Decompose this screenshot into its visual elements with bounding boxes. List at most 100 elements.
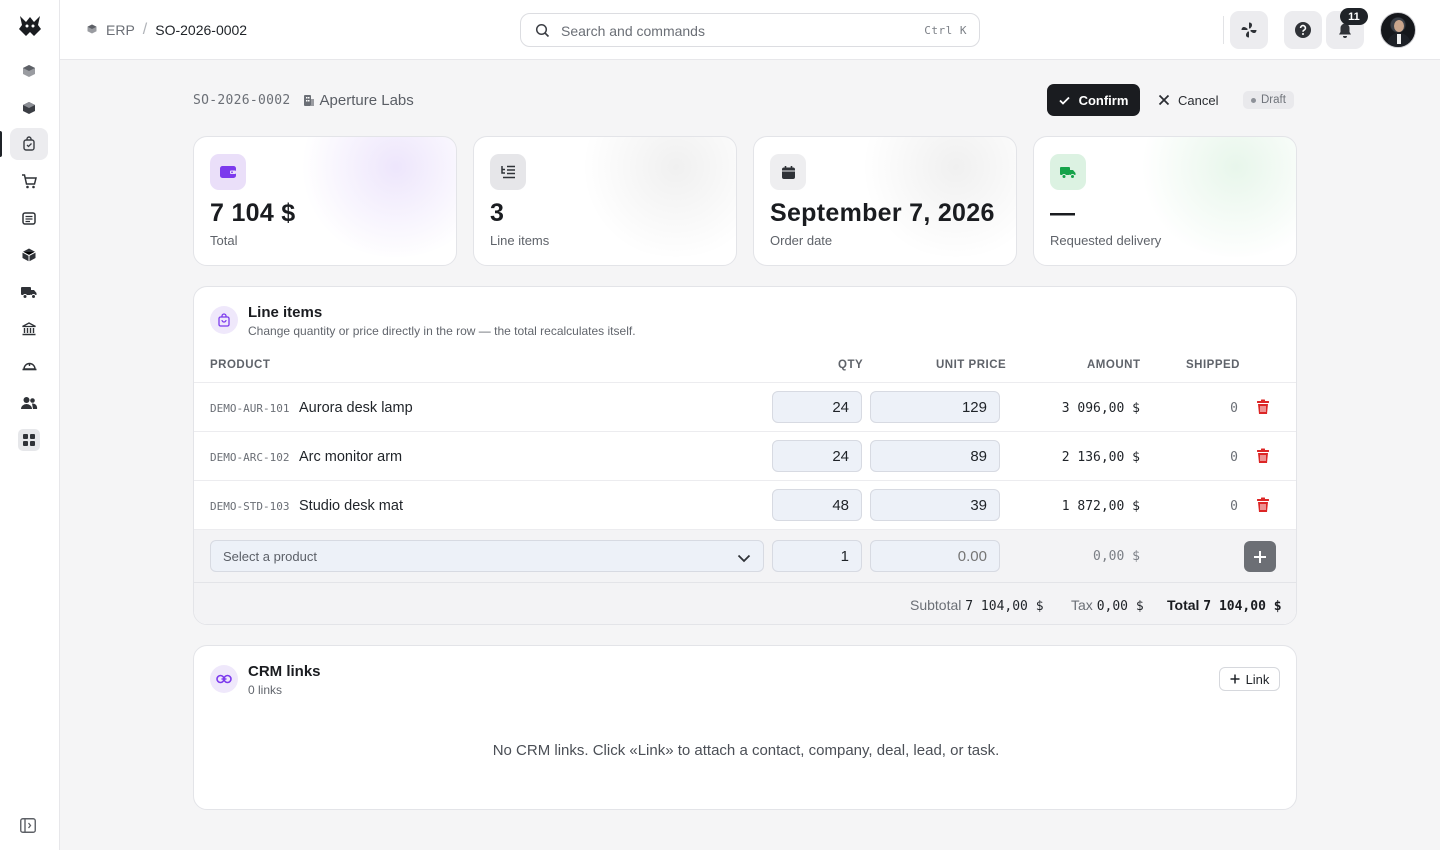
stat-total-label: Total (210, 233, 238, 248)
wallet-icon (210, 154, 246, 190)
nav-box-icon[interactable] (10, 92, 48, 124)
ai-assistant-button[interactable] (1230, 11, 1268, 49)
trash-icon (1257, 448, 1269, 463)
sidebar-toggle-icon[interactable] (20, 818, 38, 834)
subtotal-label: Subtotal (910, 597, 962, 613)
plus-icon (1254, 550, 1266, 563)
nav-bank-icon[interactable] (10, 313, 48, 345)
unit-price-input[interactable] (870, 489, 1000, 521)
customer-name: Aperture Labs (319, 92, 414, 109)
stat-order-date-label: Order date (770, 233, 833, 248)
tax-value: 0,00 $ (1096, 599, 1144, 614)
truck-icon (1050, 154, 1086, 190)
trash-icon (1257, 399, 1269, 414)
search-box[interactable]: Ctrl K (520, 13, 980, 47)
column-header-qty: QTY (838, 359, 864, 371)
row-shipped: 0 (1230, 499, 1238, 514)
help-button[interactable] (1284, 11, 1322, 49)
crm-empty-state: No CRM links. Click «Link» to attach a c… (492, 742, 1000, 759)
nav-delivery-icon[interactable] (10, 276, 48, 308)
search-shortcut-hint: Ctrl K (924, 24, 967, 37)
nav-erp-icon[interactable] (10, 55, 48, 87)
customer-link[interactable]: Aperture Labs (303, 92, 414, 109)
column-header-unit-price: UNIT PRICE (936, 359, 1007, 371)
shopping-bag-icon (210, 306, 238, 334)
plus-icon (1230, 674, 1240, 684)
new-row-amount: 0,00 $ (1093, 549, 1140, 564)
row-amount: 3 096,00 $ (1061, 401, 1140, 416)
subtotal-value: 7 104,00 $ (965, 599, 1044, 614)
product-name: Studio desk mat (299, 498, 403, 514)
qty-input[interactable] (772, 391, 862, 423)
breadcrumb-erp-link[interactable]: ERP (106, 22, 135, 38)
avatar-shirt (1397, 34, 1401, 44)
cancel-label: Cancel (1178, 92, 1219, 108)
stat-card-delivery: — Requested delivery (1033, 136, 1297, 266)
nav-production-icon[interactable] (10, 350, 48, 382)
card-glow (576, 137, 736, 257)
crm-links-title: CRM links (248, 663, 321, 680)
app-logo-icon[interactable] (17, 13, 43, 39)
breadcrumb-separator: / (142, 21, 148, 38)
status-badge: Draft (1243, 91, 1294, 109)
column-header-shipped: SHIPPED (1186, 359, 1240, 371)
delete-row-button[interactable] (1256, 448, 1270, 469)
unit-price-input[interactable] (870, 440, 1000, 472)
unit-price-input[interactable] (870, 391, 1000, 423)
stat-line-items-value: 3 (490, 199, 505, 227)
top-bar: ERP / SO-2026-0002 Ctrl K 11 (60, 0, 1440, 60)
subtotal: Subtotal 7 104,00 $ (910, 597, 1044, 614)
line-items-subtitle: Change quantity or price directly in the… (248, 324, 636, 338)
breadcrumb: ERP / SO-2026-0002 (86, 21, 247, 39)
crm-links-count: 0 links (248, 683, 283, 697)
add-link-label: Link (1245, 671, 1270, 687)
check-icon (1058, 96, 1070, 105)
product-name: Arc monitor arm (299, 449, 403, 465)
card-glow (296, 137, 456, 257)
row-shipped: 0 (1230, 450, 1238, 465)
search-input[interactable] (561, 21, 901, 41)
nav-invoice-icon[interactable] (10, 202, 48, 234)
delete-row-button[interactable] (1256, 497, 1270, 518)
nav-sales-orders-icon[interactable] (10, 128, 48, 160)
help-icon (1295, 22, 1311, 38)
status-label: Draft (1261, 94, 1286, 106)
nav-apps-icon[interactable] (10, 424, 48, 456)
table-row: DEMO-ARC-102 Arc monitor arm 2 136,00 $ … (194, 431, 1296, 480)
totals-bar: Subtotal 7 104,00 $ Tax 0,00 $ Total 7 1… (194, 582, 1296, 624)
stat-card-order-date: September 7, 2026 Order date (753, 136, 1017, 266)
grand-total: Total 7 104,00 $ (1167, 597, 1282, 614)
stat-line-items-label: Line items (490, 233, 550, 248)
user-avatar[interactable] (1380, 12, 1416, 48)
notification-count-badge: 11 (1340, 8, 1368, 25)
row-amount: 2 136,00 $ (1061, 450, 1140, 465)
add-line-button[interactable] (1244, 541, 1276, 572)
product-select-placeholder: Select a product (223, 549, 317, 564)
cancel-button[interactable]: Cancel (1158, 84, 1218, 116)
nav-cart-icon[interactable] (10, 165, 48, 197)
product-select[interactable]: Select a product (210, 540, 764, 572)
nav-users-icon[interactable] (10, 387, 48, 419)
chevron-down-icon (737, 550, 751, 568)
qty-input[interactable] (772, 440, 862, 472)
line-items-panel: Line items Change quantity or price dire… (193, 286, 1297, 625)
qty-input[interactable] (772, 489, 862, 521)
table-row: DEMO-AUR-101 Aurora desk lamp 3 096,00 $… (194, 382, 1296, 431)
trash-icon (1257, 497, 1269, 512)
new-line-row: Select a product 0,00 $ (194, 529, 1296, 582)
stat-order-date-value: September 7, 2026 (770, 199, 995, 227)
nav-products-icon[interactable] (10, 239, 48, 271)
link-icon (210, 665, 238, 693)
erp-module-icon (86, 22, 98, 38)
new-qty-input[interactable] (772, 540, 862, 572)
product-sku: DEMO-ARC-102 (210, 451, 290, 464)
building-icon (303, 95, 314, 106)
delete-row-button[interactable] (1256, 399, 1270, 420)
stat-card-total: 7 104 $ Total (193, 136, 457, 266)
confirm-button[interactable]: Confirm (1047, 84, 1140, 116)
new-price-input[interactable] (870, 540, 1000, 572)
add-link-button[interactable]: Link (1219, 667, 1280, 691)
product-name: Aurora desk lamp (299, 400, 413, 416)
total-value: 7 104,00 $ (1203, 599, 1282, 614)
calendar-icon (770, 154, 806, 190)
